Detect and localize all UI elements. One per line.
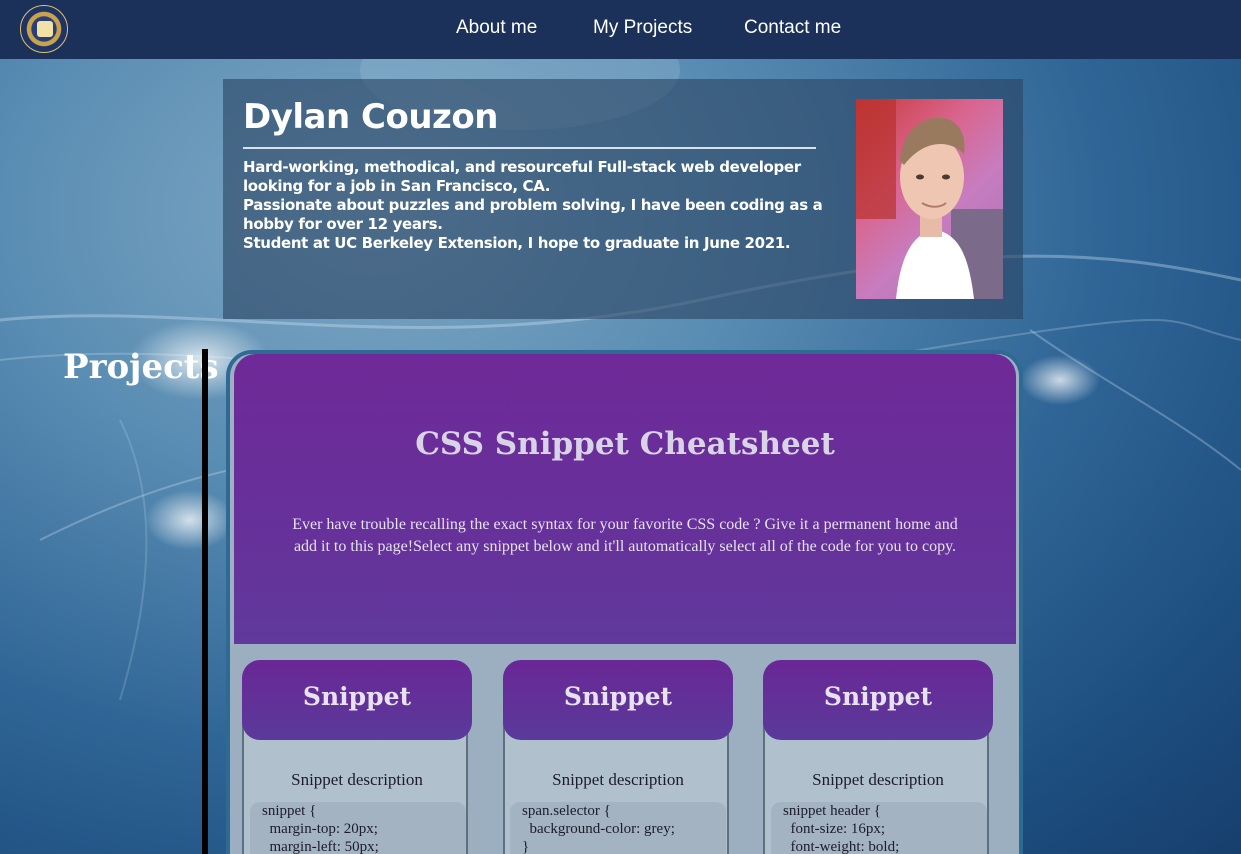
projects-heading: Projects [63, 347, 219, 387]
snippet-code[interactable]: snippet header { font-size: 16px; font-w… [771, 802, 987, 854]
snippets-area: Snippet Snippet Snippet Snippet descript… [230, 644, 1019, 854]
snippet-description: Snippet description [812, 770, 944, 789]
projects-divider [202, 349, 208, 854]
snippet-header: Snippet [503, 660, 733, 740]
snippet-code[interactable]: snippet { margin-top: 20px; margin-left:… [250, 802, 466, 854]
profile-photo [856, 99, 1003, 299]
snippet-title: Snippet [823, 682, 933, 711]
project-hero: CSS Snippet Cheatsheet Ever have trouble… [234, 354, 1016, 644]
bio-line: Passionate about puzzles and problem sol… [243, 196, 823, 233]
bio-line: Student at UC Berkeley Extension, I hope… [243, 234, 791, 252]
project-description: Ever have trouble recalling the exact sy… [292, 516, 958, 555]
snippet-header: Snippet [242, 660, 472, 740]
project-title: CSS Snippet Cheatsheet [415, 426, 835, 462]
bio-card: Dylan Couzon Hard-working, methodical, a… [223, 79, 1023, 319]
name-divider [243, 147, 816, 149]
project-preview-card[interactable]: CSS Snippet Cheatsheet Ever have trouble… [226, 350, 1023, 854]
profile-name: Dylan Couzon [243, 97, 498, 137]
bio-text: Hard-working, methodical, and resourcefu… [243, 158, 823, 253]
top-navbar: About me My Projects Contact me [0, 0, 1241, 59]
snippet-description: Snippet description [291, 770, 423, 789]
nav-my-projects[interactable]: My Projects [593, 17, 692, 39]
nav-contact-me[interactable]: Contact me [744, 17, 841, 39]
snippet-description: Snippet description [552, 770, 684, 789]
university-seal-logo[interactable] [20, 5, 68, 53]
snippet-code[interactable]: span.selector { background-color: grey; … [510, 802, 726, 854]
bio-line: Hard-working, methodical, and resourcefu… [243, 158, 801, 195]
snippet-title: Snippet [302, 682, 412, 711]
nav-about-me[interactable]: About me [456, 17, 537, 39]
snippet-header: Snippet [763, 660, 993, 740]
snippet-title: Snippet [563, 682, 673, 711]
